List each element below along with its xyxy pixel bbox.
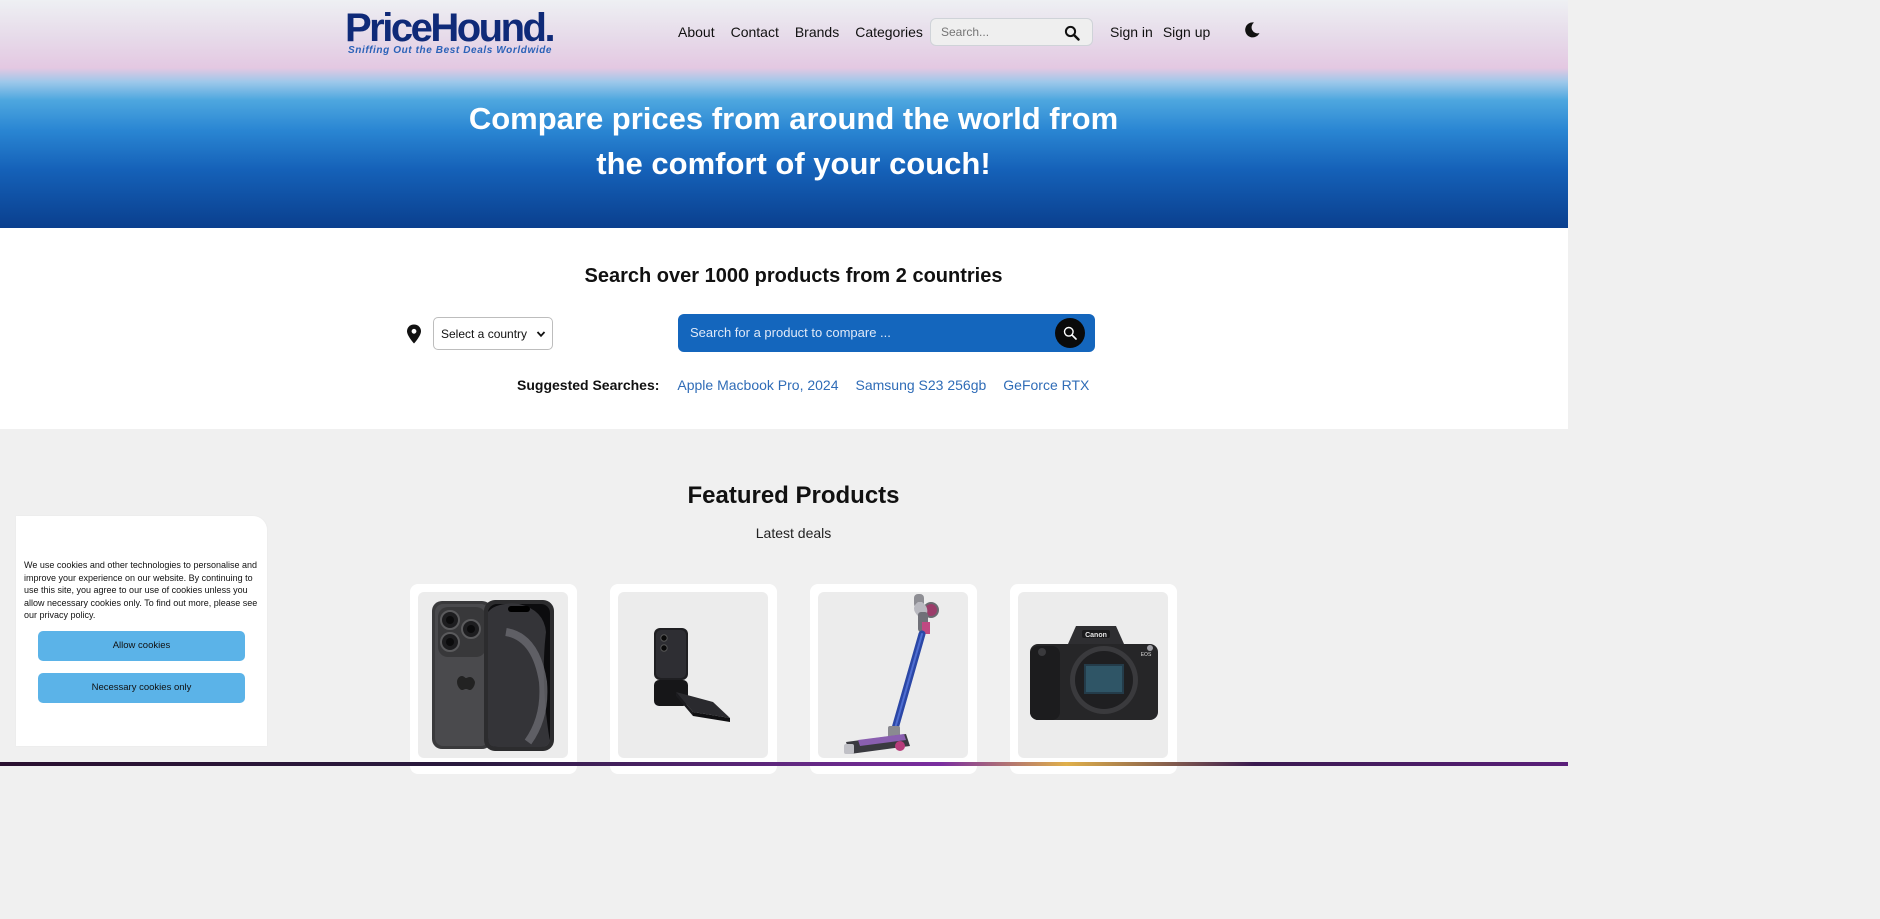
product-search-bar	[678, 314, 1095, 352]
main-nav: About Contact Brands Categories	[678, 24, 939, 40]
necessary-cookies-button[interactable]: Necessary cookies only	[38, 673, 245, 703]
product-search-input[interactable]	[690, 325, 1030, 340]
sign-in-link[interactable]: Sign in	[1110, 24, 1153, 40]
search-heading: Search over 1000 products from 2 countri…	[584, 265, 1003, 287]
nav-about[interactable]: About	[678, 24, 715, 40]
logo-wordmark: PriceHound.	[345, 6, 556, 50]
product-card[interactable]	[810, 584, 977, 774]
nav-brands[interactable]: Brands	[795, 24, 839, 40]
suggestion-link[interactable]: GeForce RTX	[1003, 377, 1089, 393]
chevron-down-icon	[536, 331, 546, 338]
flip-phone-image	[654, 628, 730, 722]
header-search-input[interactable]	[941, 25, 1056, 39]
product-image	[818, 592, 968, 758]
camera-image: Canon EOS	[1030, 626, 1158, 720]
search-icon[interactable]	[1064, 25, 1080, 41]
nav-contact[interactable]: Contact	[731, 24, 779, 40]
hero-header: PriceHound. Sniffing Out the Best Deals …	[0, 0, 1568, 228]
product-card[interactable]: Canon EOS	[1010, 584, 1177, 774]
product-search-button[interactable]	[1055, 318, 1085, 348]
allow-cookies-button[interactable]: Allow cookies	[38, 631, 245, 661]
country-select[interactable]: Select a country	[433, 317, 553, 350]
header-search	[930, 18, 1093, 46]
product-image	[418, 592, 568, 758]
location-pin-icon	[407, 324, 421, 344]
search-icon	[1063, 326, 1077, 340]
logo-tagline: Sniffing Out the Best Deals Worldwide	[348, 45, 553, 56]
bottom-banner-strip	[0, 762, 1568, 766]
product-card[interactable]	[610, 584, 777, 774]
svg-text:Canon: Canon	[1085, 632, 1107, 639]
hero-title-line2: the comfort of your couch!	[596, 146, 991, 181]
country-select-value: Select a country	[441, 326, 528, 341]
stick-vacuum-image	[844, 594, 939, 754]
site-logo[interactable]: PriceHound. Sniffing Out the Best Deals …	[345, 6, 556, 60]
suggested-searches-label: Suggested Searches:	[517, 377, 660, 393]
product-image	[618, 592, 768, 758]
suggestion-link[interactable]: Samsung S23 256gb	[856, 377, 987, 393]
auth-links: Sign in Sign up	[1110, 24, 1220, 40]
cookie-banner-text: We use cookies and other technologies to…	[24, 560, 258, 620]
suggested-searches: Suggested Searches: Apple Macbook Pro, 2…	[517, 377, 1106, 393]
svg-text:EOS: EOS	[1141, 652, 1152, 658]
suggestion-link[interactable]: Apple Macbook Pro, 2024	[677, 377, 838, 393]
hero-title: Compare prices from around the world fro…	[0, 96, 1587, 186]
nav-categories[interactable]: Categories	[855, 24, 923, 40]
featured-heading: Featured Products	[687, 482, 900, 509]
hero-title-line1: Compare prices from around the world fro…	[468, 101, 1119, 136]
iphone-image	[432, 600, 554, 751]
cookie-banner: We use cookies and other technologies to…	[16, 516, 267, 746]
product-image: Canon EOS	[1018, 592, 1168, 758]
sign-up-link[interactable]: Sign up	[1163, 24, 1210, 40]
product-search-section: Search over 1000 products from 2 countri…	[0, 228, 1568, 429]
dark-mode-toggle-icon[interactable]	[1243, 21, 1261, 39]
product-card[interactable]	[410, 584, 577, 774]
